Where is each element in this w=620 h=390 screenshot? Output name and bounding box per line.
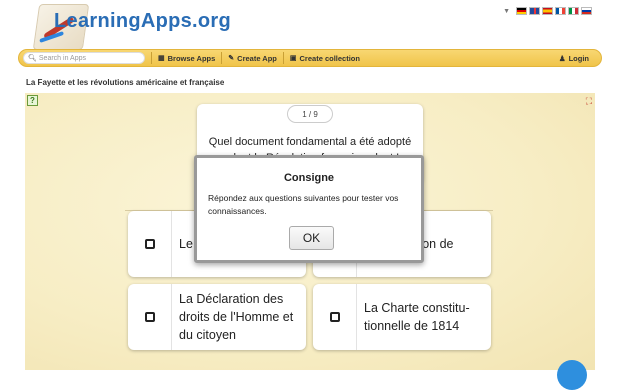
answer-text: Le	[179, 237, 193, 251]
divider	[221, 52, 223, 64]
search-input[interactable]: 🔍︎ Search in Apps	[23, 52, 145, 64]
login-label: Login	[568, 53, 589, 63]
question-line: Quel document fondamental a été adopté	[208, 136, 412, 148]
help-icon[interactable]: ?	[27, 95, 38, 106]
instruction-dialog: Consigne Répondez aux questions suivante…	[194, 155, 424, 263]
create-app-label: Create App	[237, 53, 277, 63]
answer-text: La Charte constitu- tionnelle de 1814	[364, 301, 470, 333]
dialog-text: Répondez aux questions suivantes pour te…	[208, 193, 399, 216]
divider	[151, 52, 152, 64]
checkbox-icon[interactable]	[144, 239, 155, 249]
create-collection-label: Create collection	[299, 53, 360, 63]
checkbox-icon[interactable]	[329, 312, 340, 322]
navbar: 🔍︎ Search in Apps ▦ Browse Apps ✎ Create…	[18, 49, 602, 67]
search-icon: 🔍︎	[28, 55, 37, 62]
browse-apps-label: Browse Apps	[167, 53, 216, 63]
user-icon: ♟	[558, 53, 566, 63]
flag-it-icon[interactable]	[568, 7, 579, 15]
checkbox-icon[interactable]	[144, 312, 155, 322]
chevron-down-icon[interactable]: ▼	[503, 8, 510, 15]
logo-text: LearningApps.org	[54, 10, 232, 32]
fullscreen-icon[interactable]: ⛶	[586, 96, 592, 107]
collection-icon: ▣	[289, 55, 297, 62]
create-app-button[interactable]: ✎ Create App	[228, 54, 277, 63]
login-button[interactable]: ♟ Login	[559, 54, 589, 63]
flag-fr-icon[interactable]	[555, 7, 566, 15]
floating-action-button[interactable]	[557, 360, 587, 390]
language-selector[interactable]: ▼	[503, 7, 592, 15]
flag-de-icon[interactable]	[516, 7, 527, 15]
grid-icon: ▦	[158, 55, 165, 62]
question-counter: 1 / 9	[287, 105, 333, 123]
create-collection-button[interactable]: ▣ Create collection	[290, 54, 360, 63]
dialog-title: Consigne	[283, 172, 335, 184]
answer-option-3[interactable]: La Déclaration des droits de l'Homme et …	[128, 284, 306, 350]
logo[interactable]: LearningApps.org	[28, 0, 232, 50]
flag-ru-icon[interactable]	[581, 7, 592, 15]
flag-gb-icon[interactable]	[529, 7, 540, 15]
search-placeholder: Search in Apps	[38, 54, 86, 62]
flag-es-icon[interactable]	[542, 7, 553, 15]
divider	[282, 52, 284, 64]
page-title: La Fayette et les révolutions américaine…	[26, 78, 225, 87]
answer-text: La Déclaration des droits de l'Homme et …	[179, 292, 294, 342]
browse-apps-button[interactable]: ▦ Browse Apps	[158, 54, 215, 63]
ok-button[interactable]: OK	[289, 226, 334, 250]
answer-option-4[interactable]: La Charte constitu- tionnelle de 1814	[313, 284, 491, 350]
pencil-icon: ✎	[228, 55, 235, 62]
